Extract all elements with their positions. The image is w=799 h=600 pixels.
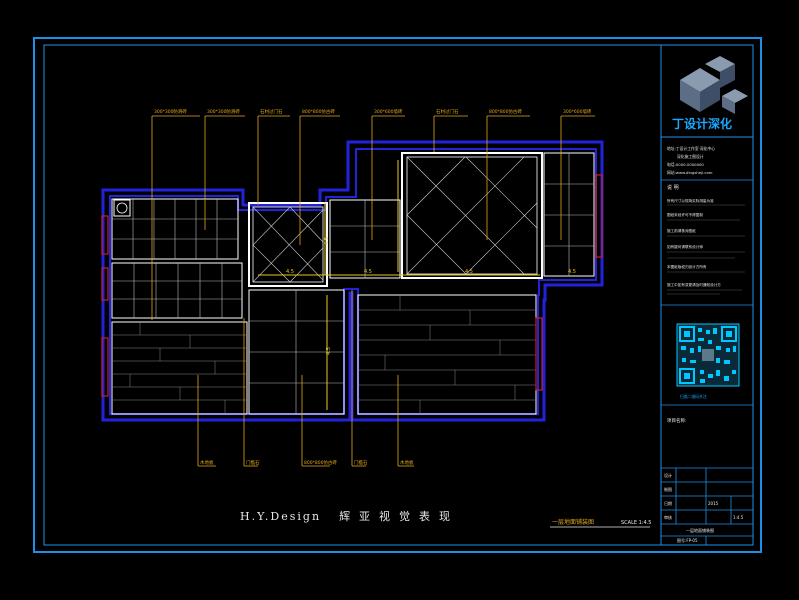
living-diagonal-tiles (406, 156, 538, 275)
washbasin (113, 199, 131, 217)
callout-bottom-2: 门槛石 (246, 459, 260, 466)
bedroom-1-wood (112, 322, 247, 414)
note-3: 施工前请核对图纸 (667, 228, 696, 233)
tb-row-4-left: 审核 (664, 514, 672, 520)
plan-title: 一层地面铺装图 (552, 518, 594, 526)
callout-top-7: 800*800仿古砖 (489, 108, 522, 115)
dim-label-2: 4.5 (364, 269, 372, 275)
address-line-3: 电话:0000-0000000 (667, 162, 704, 167)
bottom-callout-leaders (197, 290, 414, 467)
sheet-number: 图号:FP-05 (677, 537, 698, 543)
qr-caption: 扫描二维码关注 (680, 394, 707, 399)
callout-top-5: 300*600墙砖 (374, 108, 403, 115)
logo-text: 丁设计深化 (672, 116, 732, 131)
dim-label-5: 4.5 (324, 237, 330, 245)
note-2: 图纸未经许可不得复制 (667, 212, 703, 217)
note-1: 所有尺寸以现场实际测量为准 (667, 198, 714, 203)
callout-bottom-1: 木地板 (200, 459, 214, 466)
title-block: 丁设计深化 地址:丁设计工作室·深化中心 深化施工图设计 电话:0000-000… (660, 44, 754, 546)
tb-row-3-right: 2015 (708, 501, 719, 506)
dim-label-3: 4.5 (465, 269, 473, 275)
callout-top-4: 800*800仿古砖 (302, 108, 335, 115)
credit-en: H.Y.Design (240, 510, 322, 523)
top-callout-leaders (151, 115, 595, 320)
dim-label-6: 4.5 (326, 347, 332, 355)
callout-bottom-3: 800*800仿古砖 (304, 459, 337, 466)
address-line-2: 深化施工图设计 (677, 154, 704, 159)
tb-row-5-right: 一层地面铺装图 (686, 527, 714, 533)
credit-cn: 辉亚视觉表现 (339, 510, 460, 523)
callout-top-6: 石材过门石 (436, 108, 459, 115)
callout-top-2: 300*300防滑砖 (207, 108, 240, 115)
address-line-1: 地址:丁设计工作室·深化中心 (667, 146, 715, 151)
note-5: 本图纸版权归设计方所有 (667, 264, 707, 269)
drawing-credit: H.Y.Design 辉亚视觉表现 (240, 508, 459, 524)
bath-2-grid (112, 263, 242, 318)
note-4: 如有疑问请联系设计师 (667, 244, 703, 249)
callout-bottom-5: 木地板 (400, 459, 414, 466)
tb-row-4-right: 1:4.5 (733, 515, 744, 520)
logo-cube-icon (680, 56, 748, 114)
dim-label-4: 4.5 (568, 269, 576, 275)
bedroom-2-wood (358, 295, 536, 414)
callout-top-1: 300*300防滑砖 (154, 108, 187, 115)
callout-top-8: 300*600墙砖 (563, 108, 592, 115)
tb-row-1-left: 设计 (664, 472, 672, 478)
project-label: 项目名称: (667, 417, 687, 424)
bedroom-2 (357, 294, 537, 415)
living-diagonal-room (401, 152, 543, 279)
plan-scale: SCALE 1:4.5 (621, 520, 651, 526)
note-6: 施工中如有变更请及时通知设计方 (667, 282, 721, 287)
qr-code-icon (676, 323, 740, 387)
tb-row-2-left: 制图 (664, 486, 672, 492)
address-line-4: 网站:www.dingsheji.com (667, 170, 713, 175)
dim-label-1: 4.5 (286, 269, 294, 275)
bath-1-grid (112, 199, 238, 259)
notes-header: 说 明 (667, 184, 679, 191)
tb-row-3-left: 日期 (664, 500, 672, 506)
bath-2 (111, 262, 243, 319)
callout-bottom-4: 门槛石 (354, 459, 368, 466)
floor-plan: 4.5 4.5 4.5 4.5 4.5 4.5 300*300防滑砖 300*3… (101, 108, 604, 467)
callout-top-3: 石材过门石 (260, 108, 283, 115)
